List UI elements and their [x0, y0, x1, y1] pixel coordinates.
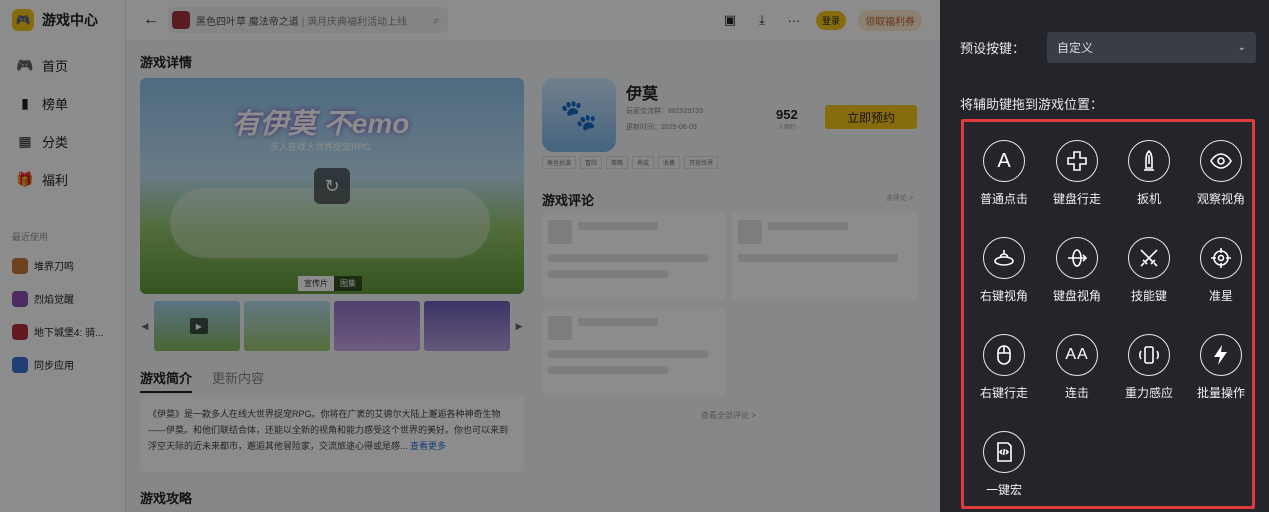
key-skill[interactable]: 技能键: [1112, 237, 1186, 304]
key-batch[interactable]: 批量操作: [1184, 334, 1258, 401]
crosshair-icon: [1200, 237, 1242, 279]
key-label: 一键宏: [985, 483, 1022, 497]
drag-hint: 将辅助键拖到游戏位置：: [960, 97, 1104, 112]
key-crosshair[interactable]: 准星: [1184, 237, 1258, 304]
preset-row: 预设按键： 自定义 ⌄: [960, 32, 1256, 63]
key-mapping-panel: 预设按键： 自定义 ⌄ 将辅助键拖到游戏位置： A 普通点击 键盘行走 扳机 观…: [940, 0, 1269, 512]
letter-a-icon: A: [983, 140, 1025, 182]
key-right-view[interactable]: 右键视角: [967, 237, 1041, 304]
key-label: 技能键: [1130, 289, 1167, 303]
keyboard-view-icon: [1056, 237, 1098, 279]
preset-select[interactable]: 自定义 ⌄: [1047, 32, 1256, 63]
key-observe-view[interactable]: 观察视角: [1184, 140, 1258, 207]
key-right-walk[interactable]: 右键行走: [967, 334, 1041, 401]
key-label: 连击: [1064, 386, 1089, 400]
preset-label: 预设按键：: [960, 41, 1026, 56]
key-label: 键盘视角: [1052, 289, 1101, 303]
key-macro[interactable]: 一键宏: [967, 431, 1041, 498]
key-label: 右键视角: [979, 289, 1028, 303]
dpad-icon: [1056, 140, 1098, 182]
key-keyboard-view[interactable]: 键盘视角: [1040, 237, 1114, 304]
bullet-icon: [1128, 140, 1170, 182]
key-palette: A 普通点击 键盘行走 扳机 观察视角 右键视角 键盘视角 技能键 准星 右键行…: [961, 119, 1255, 509]
dim-overlay[interactable]: [0, 0, 940, 512]
right-view-icon: [983, 237, 1025, 279]
key-label: 重力感应: [1124, 386, 1173, 400]
double-a-icon: AA: [1056, 334, 1098, 376]
chevron-down-icon: ⌄: [1237, 42, 1246, 53]
key-label: 批量操作: [1196, 386, 1245, 400]
phone-rotate-icon: [1128, 334, 1170, 376]
key-label: 扳机: [1136, 192, 1161, 206]
key-trigger[interactable]: 扳机: [1112, 140, 1186, 207]
key-keyboard-walk[interactable]: 键盘行走: [1040, 140, 1114, 207]
key-normal-click[interactable]: A 普通点击: [967, 140, 1041, 207]
lightning-icon: [1200, 334, 1242, 376]
key-label: 键盘行走: [1052, 192, 1101, 206]
swords-icon: [1128, 237, 1170, 279]
macro-icon: [983, 431, 1025, 473]
key-gravity[interactable]: 重力感应: [1112, 334, 1186, 401]
preset-value: 自定义: [1057, 41, 1094, 55]
key-combo[interactable]: AA 连击: [1040, 334, 1114, 401]
mouse-icon: [983, 334, 1025, 376]
eye-icon: [1200, 140, 1242, 182]
key-label: 普通点击: [979, 192, 1028, 206]
key-label: 观察视角: [1196, 192, 1245, 206]
key-label: 右键行走: [979, 386, 1028, 400]
key-label: 准星: [1208, 289, 1233, 303]
